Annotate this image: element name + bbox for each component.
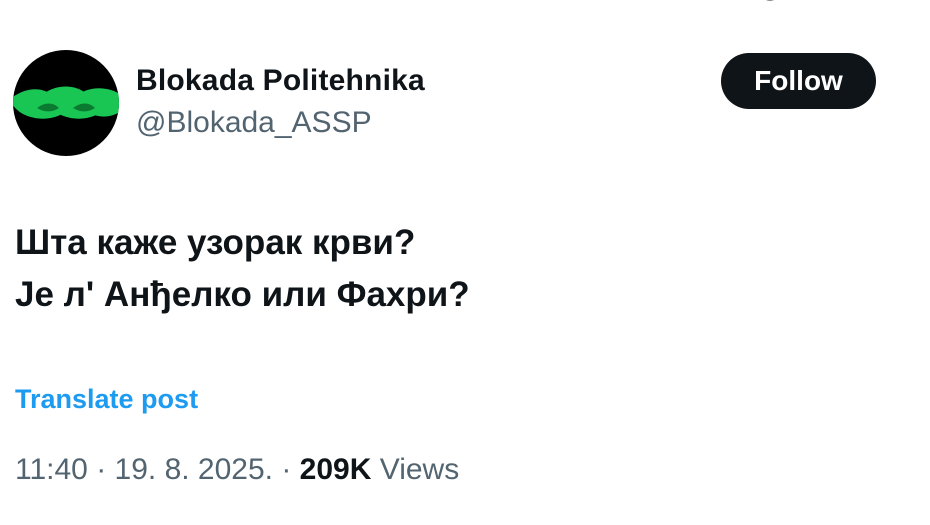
post-line: Је л' Анђелко или Фахри? [15,275,470,314]
post-detail: Blokada Politehnika @Blokada_ASSP Follow… [0,0,930,525]
more-icon[interactable] [752,0,788,8]
post-date[interactable]: 19. 8. 2025. [115,453,273,486]
meta-separator: · [87,453,115,486]
avatar[interactable] [13,50,119,156]
author-handle[interactable]: @Blokada_ASSP [136,106,372,140]
views-label: Views [371,453,460,486]
meta-separator: · [273,453,300,486]
follow-button[interactable]: Follow [721,53,876,109]
green-links-logo [13,86,119,119]
author-display-name[interactable]: Blokada Politehnika [136,64,425,98]
translate-post-link[interactable]: Translate post [15,384,198,415]
post-meta: 11:40 · 19. 8. 2025. · 209K Views [15,453,459,487]
views-count: 209K [299,453,372,486]
post-line: Шта каже узорак крви? [15,223,416,262]
post-text: Шта каже узорак крви? Је л' Анђелко или … [15,217,470,321]
post-time[interactable]: 11:40 [15,453,88,486]
